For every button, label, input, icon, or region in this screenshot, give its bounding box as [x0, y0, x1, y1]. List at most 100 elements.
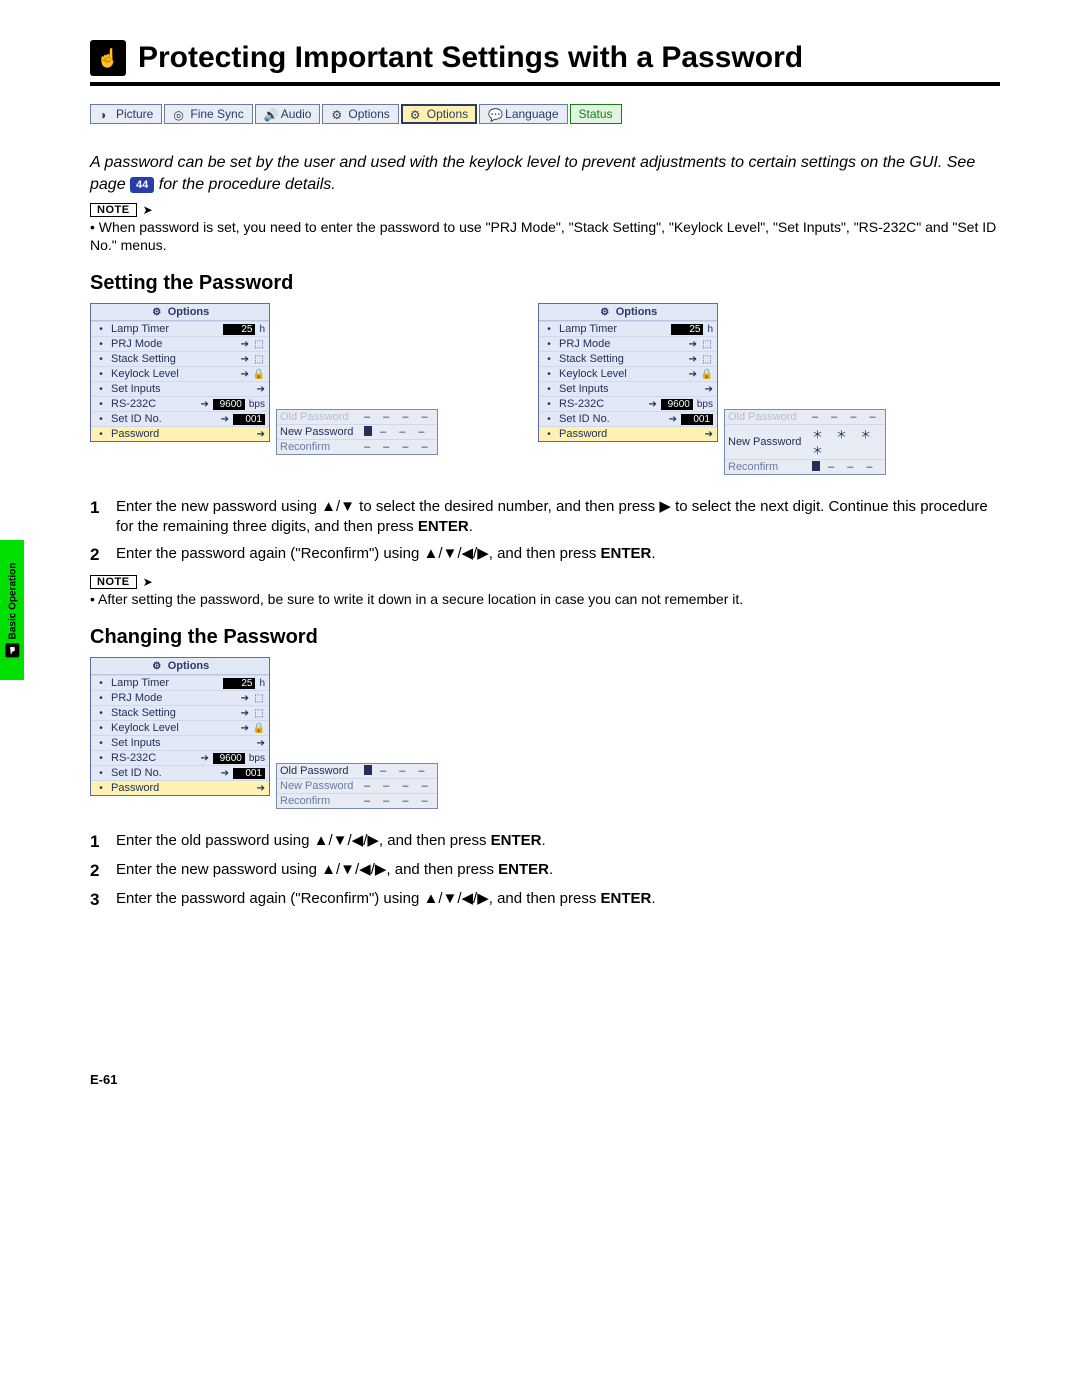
pw-row-old-password: Old Password– – – – — [277, 410, 437, 424]
pw-row-old-password: Old Password – – – — [277, 764, 437, 778]
inputs-icon: • — [543, 383, 555, 395]
note-arrow-icon: ➤ — [143, 575, 153, 589]
tab-icon: ⚙ — [331, 108, 343, 120]
osd-row-set-id-no-[interactable]: •Set ID No.➔001 — [91, 765, 269, 780]
note-arrow-icon: ➤ — [143, 203, 153, 217]
stack-icon: • — [95, 707, 107, 719]
page-number: E-61 — [90, 1072, 1000, 1087]
lamp-icon: • — [95, 323, 107, 335]
osd-row-stack-setting[interactable]: •Stack Setting➔⬚ — [539, 351, 717, 366]
arrow-right-icon: ➔ — [257, 429, 265, 440]
tab-options[interactable]: ⚙Options — [401, 104, 477, 124]
password-entry-panel-c: Old Password – – –New Password– – – –Rec… — [276, 763, 438, 809]
cursor-icon — [364, 426, 372, 436]
setting-panel-a: ⚙Options•Lamp Timer25h•PRJ Mode➔⬚•Stack … — [90, 303, 438, 455]
id-icon: • — [543, 413, 555, 425]
arrow-right-icon: ➔ — [648, 399, 656, 410]
arrow-right-icon: ➔ — [257, 783, 265, 794]
pw-row-new-password: New Password– – – – — [277, 778, 437, 793]
arrow-right-icon: ➔ — [200, 753, 208, 764]
step-number: 1 — [90, 831, 106, 854]
osd-row-password[interactable]: •Password➔ — [91, 426, 269, 441]
arrow-right-icon: ➔ — [241, 339, 249, 350]
glyph-icon: ⬚ — [701, 338, 713, 350]
osd-row-set-inputs[interactable]: •Set Inputs➔ — [91, 381, 269, 396]
osd-options-panel: ⚙Options•Lamp Timer25h•PRJ Mode➔⬚•Stack … — [90, 303, 270, 442]
step: 3Enter the password again ("Reconfirm") … — [90, 889, 1000, 912]
osd-row-set-inputs[interactable]: •Set Inputs➔ — [539, 381, 717, 396]
gear-icon: ⚙ — [151, 306, 163, 318]
key-icon: • — [543, 428, 555, 440]
id-icon: • — [95, 413, 107, 425]
tab-status[interactable]: Status — [570, 104, 622, 124]
id-icon: • — [95, 767, 107, 779]
osd-row-set-id-no-[interactable]: •Set ID No.➔001 — [91, 411, 269, 426]
osd-row-set-inputs[interactable]: •Set Inputs➔ — [91, 735, 269, 750]
osd-options-panel: ⚙Options•Lamp Timer25h•PRJ Mode➔⬚•Stack … — [90, 657, 270, 796]
gear-icon: ⚙ — [599, 306, 611, 318]
setting-panel-b: ⚙Options•Lamp Timer25h•PRJ Mode➔⬚•Stack … — [538, 303, 886, 475]
arrow-right-icon: ➔ — [705, 384, 713, 395]
osd-title: ⚙Options — [91, 304, 269, 321]
glyph-icon: ⬚ — [253, 338, 265, 350]
tab-audio[interactable]: 🔊Audio — [255, 104, 321, 124]
osd-row-rs-232c[interactable]: •RS-232C➔9600bps — [91, 396, 269, 411]
glyph-icon: ⬚ — [701, 353, 713, 365]
arrow-right-icon: ➔ — [257, 738, 265, 749]
osd-row-keylock-level[interactable]: •Keylock Level➔🔒 — [539, 366, 717, 381]
osd-row-stack-setting[interactable]: •Stack Setting➔⬚ — [91, 705, 269, 720]
tab-language[interactable]: 💬Language — [479, 104, 567, 124]
lock-icon: • — [95, 368, 107, 380]
osd-row-rs-232c[interactable]: •RS-232C➔9600bps — [91, 750, 269, 765]
osd-row-rs-232c[interactable]: •RS-232C➔9600bps — [539, 396, 717, 411]
tab-fine-sync[interactable]: ◎Fine Sync — [164, 104, 252, 124]
step-number: 3 — [90, 889, 106, 912]
screen-icon: • — [95, 338, 107, 350]
osd-row-prj-mode[interactable]: •PRJ Mode➔⬚ — [91, 690, 269, 705]
glyph-icon: 🔒 — [253, 722, 265, 734]
osd-row-set-id-no-[interactable]: •Set ID No.➔001 — [539, 411, 717, 426]
osd-row-stack-setting[interactable]: •Stack Setting➔⬚ — [91, 351, 269, 366]
tab-icon: 💬 — [488, 108, 500, 120]
glyph-icon: 🔒 — [253, 368, 265, 380]
pw-row-reconfirm: Reconfirm– – – – — [277, 439, 437, 454]
note-body: When password is set, you need to enter … — [90, 219, 1000, 254]
tab-icon: ⚙ — [410, 108, 422, 120]
note-tag: NOTE — [90, 575, 137, 589]
osd-row-password[interactable]: •Password➔ — [539, 426, 717, 441]
pw-row-reconfirm: Reconfirm– – – – — [277, 793, 437, 808]
osd-row-lamp-timer[interactable]: •Lamp Timer25h — [539, 321, 717, 336]
osd-row-prj-mode[interactable]: •PRJ Mode➔⬚ — [539, 336, 717, 351]
port-icon: • — [95, 752, 107, 764]
menu-tabs: ◑Picture◎Fine Sync🔊Audio⚙Options⚙Options… — [90, 104, 1000, 124]
key-icon: • — [95, 428, 107, 440]
lock-icon: • — [95, 722, 107, 734]
pw-row-reconfirm: Reconfirm – – – — [725, 459, 885, 474]
osd-row-lamp-timer[interactable]: •Lamp Timer25h — [91, 675, 269, 690]
osd-row-password[interactable]: •Password➔ — [91, 780, 269, 795]
section-setting-password: Setting the Password — [90, 272, 1000, 295]
osd-row-prj-mode[interactable]: •PRJ Mode➔⬚ — [91, 336, 269, 351]
note-header: NOTE ➤ — [90, 203, 1000, 217]
arrow-right-icon: ➔ — [689, 354, 697, 365]
pw-row-new-password: New Password – – – — [277, 424, 437, 439]
section-changing-password: Changing the Password — [90, 626, 1000, 649]
tab-picture[interactable]: ◑Picture — [90, 104, 162, 124]
osd-row-keylock-level[interactable]: •Keylock Level➔🔒 — [91, 366, 269, 381]
step-number: 2 — [90, 860, 106, 883]
osd-options-panel: ⚙Options•Lamp Timer25h•PRJ Mode➔⬚•Stack … — [538, 303, 718, 442]
arrow-right-icon: ➔ — [200, 399, 208, 410]
pw-row-old-password: Old Password– – – – — [725, 410, 885, 424]
screen-icon: • — [543, 338, 555, 350]
tab-icon: ◎ — [173, 108, 185, 120]
tab-icon: 🔊 — [264, 108, 276, 120]
tab-options[interactable]: ⚙Options — [322, 104, 398, 124]
osd-row-keylock-level[interactable]: •Keylock Level➔🔒 — [91, 720, 269, 735]
osd-row-lamp-timer[interactable]: •Lamp Timer25h — [91, 321, 269, 336]
arrow-right-icon: ➔ — [241, 723, 249, 734]
note-header: NOTE ➤ — [90, 575, 1000, 589]
arrow-right-icon: ➔ — [241, 693, 249, 704]
password-entry-panel-a: Old Password– – – –New Password – – –Rec… — [276, 409, 438, 455]
key-icon: • — [95, 782, 107, 794]
changing-panel: ⚙Options•Lamp Timer25h•PRJ Mode➔⬚•Stack … — [90, 657, 438, 809]
